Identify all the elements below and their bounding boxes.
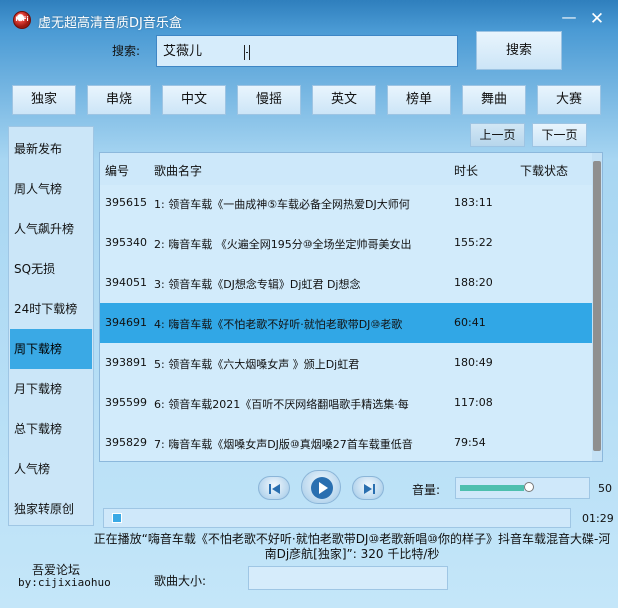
volume-slider-fill (460, 485, 524, 491)
song-id: 395599 (105, 396, 147, 409)
table-row[interactable]: 395340 2: 嗨音车载 《火遍全网195分⑩全场坐定帅哥美女出 155:2… (100, 223, 592, 263)
now-playing-text: 正在播放“嗨音车载《不怕老歌不好听·就怕老歌带DJ⑩老歌新唱⑩你的样子》抖音车载… (93, 532, 611, 561)
minimize-button[interactable]: — (556, 8, 582, 30)
skip-previous-icon (269, 484, 280, 494)
header-download-status[interactable]: 下载状态 (520, 162, 568, 179)
close-button[interactable]: ✕ (584, 8, 610, 30)
table-scrollbar-thumb[interactable] (593, 161, 601, 451)
table-row[interactable]: 393891 5: 领音车载《六大烟嗓女声 》颁上Dj虹君 180:49 (100, 343, 592, 383)
play-icon (311, 477, 333, 499)
song-size-label: 歌曲大小: (154, 574, 207, 588)
header-id[interactable]: 编号 (105, 162, 129, 179)
seek-bar-knob[interactable] (112, 513, 122, 523)
sidebar-item-weekly-downloads[interactable]: 周下载榜 (10, 329, 92, 369)
song-id: 395340 (105, 236, 147, 249)
prev-page-button[interactable]: 上一页 (470, 123, 525, 147)
song-size-field (248, 566, 448, 590)
window-title: 虚无超高清音质DJ音乐盒 (38, 16, 182, 31)
sidebar-item-rising[interactable]: 人气飙升榜 (10, 209, 92, 249)
table-row[interactable]: 395599 6: 领音车载2021《百听不厌网络翻唱歌手精选集·每 117:0… (100, 383, 592, 423)
next-track-button[interactable] (352, 476, 384, 500)
song-name: 7: 嗨音车载《烟嗓女声DJ版⑩真烟嗓27首车载重低音 (154, 438, 413, 451)
category-tab-slow-rock[interactable]: 慢摇 (237, 85, 301, 115)
sidebar-item-sq-lossless[interactable]: SQ无损 (10, 249, 92, 289)
sidebar-item-latest[interactable]: 最新发布 (10, 129, 92, 169)
song-name: 4: 嗨音车载《不怕老歌不好听·就怕老歌带DJ⑩老歌 (154, 318, 403, 331)
sidebar-item-monthly-downloads[interactable]: 月下载榜 (10, 369, 92, 409)
song-name: 1: 领音车载《一曲成神⑤车载必备全网热爱DJ大师何 (154, 198, 410, 211)
song-duration: 117:08 (454, 396, 493, 409)
playback-time: 01:29 (582, 512, 614, 525)
sidebar-item-total-downloads[interactable]: 总下载榜 (10, 409, 92, 449)
app-logo-icon: HiFi (13, 11, 31, 29)
search-label: 搜索: (112, 44, 141, 58)
table-scrollbar[interactable] (592, 153, 602, 461)
song-name: 2: 嗨音车载 《火遍全网195分⑩全场坐定帅哥美女出 (154, 238, 412, 251)
song-id: 395829 (105, 436, 147, 449)
song-duration: 180:49 (454, 356, 493, 369)
category-tab-medley[interactable]: 串烧 (87, 85, 151, 115)
volume-slider[interactable] (455, 477, 590, 499)
sidebar-item-popular[interactable]: 人气榜 (10, 449, 92, 489)
search-input[interactable]: 艾薇儿 (156, 35, 458, 67)
sidebar: 最新发布 周人气榜 人气飙升榜 SQ无损 24时下载榜 周下载榜 月下载榜 总下… (8, 126, 94, 526)
category-tab-exclusive[interactable]: 独家 (12, 85, 76, 115)
volume-label: 音量: (412, 483, 441, 497)
header-song-name[interactable]: 歌曲名字 (154, 162, 202, 179)
category-tab-english[interactable]: 英文 (312, 85, 376, 115)
category-tab-charts[interactable]: 榜单 (387, 85, 451, 115)
song-name: 6: 领音车载2021《百听不厌网络翻唱歌手精选集·每 (154, 398, 409, 411)
volume-slider-knob[interactable] (524, 482, 534, 492)
song-table: 编号 歌曲名字 时长 下载状态 395615 1: 领音车载《一曲成神⑤车载必备… (99, 152, 603, 462)
forum-author: by:cijixiaohuo (18, 576, 111, 589)
play-button[interactable] (301, 470, 341, 504)
sidebar-item-exclusive-original[interactable]: 独家转原创 (10, 489, 92, 529)
song-id: 395615 (105, 196, 147, 209)
table-row[interactable]: 395615 1: 领音车载《一曲成神⑤车载必备全网热爱DJ大师何 183:11 (100, 183, 592, 223)
previous-track-button[interactable] (258, 476, 290, 500)
song-id: 394691 (105, 316, 147, 329)
song-id: 393891 (105, 356, 147, 369)
category-tab-contest[interactable]: 大赛 (537, 85, 601, 115)
text-cursor-icon (244, 45, 250, 60)
category-tab-dance[interactable]: 舞曲 (462, 85, 526, 115)
song-duration: 155:22 (454, 236, 493, 249)
song-duration: 188:20 (454, 276, 493, 289)
search-button[interactable]: 搜索 (476, 31, 562, 70)
header-duration[interactable]: 时长 (454, 162, 478, 179)
table-row[interactable]: 394051 3: 领音车载《DJ想念专辑》Dj虹君 Dj想念 188:20 (100, 263, 592, 303)
sidebar-item-weekly-popular[interactable]: 周人气榜 (10, 169, 92, 209)
next-page-button[interactable]: 下一页 (532, 123, 587, 147)
table-header: 编号 歌曲名字 时长 下载状态 (100, 153, 602, 185)
song-duration: 79:54 (454, 436, 486, 449)
song-duration: 60:41 (454, 316, 486, 329)
song-name: 3: 领音车载《DJ想念专辑》Dj虹君 Dj想念 (154, 278, 361, 291)
table-row[interactable]: 395829 7: 嗨音车载《烟嗓女声DJ版⑩真烟嗓27首车载重低音 79:54 (100, 423, 592, 461)
song-name: 5: 领音车载《六大烟嗓女声 》颁上Dj虹君 (154, 358, 360, 371)
song-id: 394051 (105, 276, 147, 289)
song-duration: 183:11 (454, 196, 493, 209)
seek-bar[interactable] (103, 508, 571, 528)
sidebar-item-24h-downloads[interactable]: 24时下载榜 (10, 289, 92, 329)
table-row-selected[interactable]: 394691 4: 嗨音车载《不怕老歌不好听·就怕老歌带DJ⑩老歌 60:41 (100, 303, 592, 343)
volume-value: 50 (598, 482, 612, 495)
skip-next-icon (364, 484, 375, 494)
category-tab-chinese[interactable]: 中文 (162, 85, 226, 115)
